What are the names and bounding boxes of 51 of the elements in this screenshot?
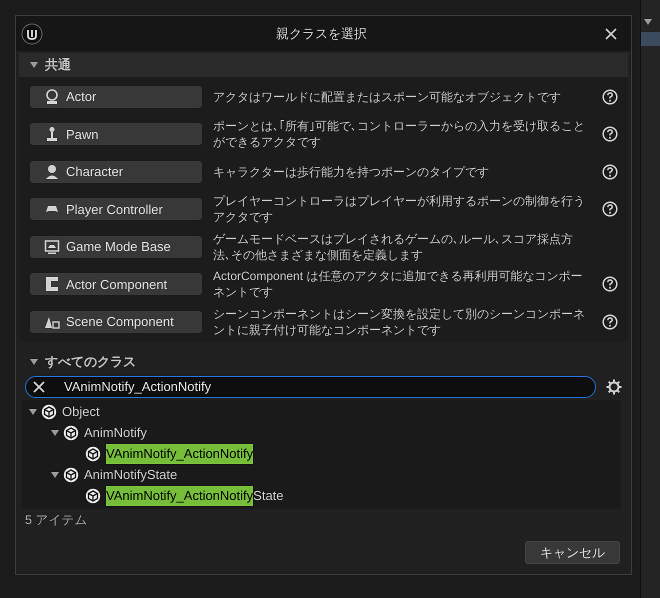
help-icon[interactable]: [602, 276, 618, 292]
close-icon[interactable]: [605, 28, 617, 40]
caret-down-icon[interactable]: [29, 356, 39, 366]
settings-icon[interactable]: [606, 378, 622, 394]
class-button[interactable]: Actor: [30, 86, 202, 108]
class-description: キャラクターは歩行能力を持つポーンのタイプです: [213, 164, 490, 180]
tree-item[interactable]: VAnimNotify_ActionNotify: [106, 444, 254, 464]
class-button[interactable]: Player Controller: [30, 198, 202, 220]
class-button[interactable]: Scene Component: [30, 310, 202, 333]
caret-down-icon[interactable]: [50, 470, 60, 480]
class-button[interactable]: Character: [30, 160, 202, 183]
cube-icon: [63, 425, 79, 441]
caret-down-icon[interactable]: [29, 60, 39, 70]
selected-row: [641, 32, 660, 46]
pawn-icon: [44, 126, 60, 142]
cube-icon: [85, 488, 101, 504]
monitor-icon: [44, 238, 60, 255]
person-icon: [44, 164, 60, 180]
cube-icon: [41, 404, 57, 420]
class-button[interactable]: Actor Component: [30, 273, 202, 296]
help-icon[interactable]: [602, 164, 618, 180]
help-icon[interactable]: [602, 126, 618, 142]
tree-item[interactable]: Object: [62, 402, 100, 422]
sphere-icon: [44, 88, 60, 105]
class-description: プレイヤーコントローラはプレイヤーが利用するポーンの制御を行うアクタです: [213, 193, 585, 226]
clear-icon[interactable]: [33, 380, 45, 392]
window-title: 親クラスを選択: [275, 24, 368, 43]
tree-item[interactable]: AnimNotify: [84, 423, 147, 443]
help-icon[interactable]: [602, 314, 618, 330]
cube-icon: [63, 467, 79, 483]
search-field[interactable]: VAnimNotify_ActionNotify: [25, 376, 596, 398]
caret-down-icon[interactable]: [28, 407, 38, 417]
cancel-button[interactable]: キャンセル: [525, 541, 620, 564]
help-icon[interactable]: [602, 88, 618, 105]
caret-down-icon: [643, 18, 653, 26]
class-description: ActorComponent は任意のアクタに追加できる再利用可能なコンポーネントです: [213, 268, 584, 300]
item-count: 5 アイテム: [24, 512, 88, 530]
component-icon: [44, 276, 60, 292]
class-button[interactable]: Game Mode Base: [30, 236, 202, 258]
class-description: ポーンとは､｢所有｣可能で､コントローラーからの入力を受け取ることができるアクタです: [213, 118, 585, 150]
class-description: ゲームモードベースはプレイされるゲームの､ルール､スコア採点方法､その他さまざまな側面を定義します: [213, 230, 574, 263]
cube-icon: [85, 446, 101, 462]
class-description: アクタはワールドに配置またはスポーン可能なオブジェクトです: [213, 88, 562, 105]
class-button[interactable]: Pawn: [30, 123, 202, 146]
tree-item[interactable]: AnimNotifyState: [84, 465, 178, 485]
section-title[interactable]: 共通: [45, 55, 71, 75]
section-title[interactable]: すべてのクラス: [45, 352, 136, 372]
logo-icon: [21, 22, 43, 44]
class-description: シーンコンポーネントはシーン変換を設定して別のシーンコンポーネントに親子付け可能なコンポーネントです: [213, 306, 585, 338]
help-icon[interactable]: [602, 201, 618, 218]
caret-down-icon[interactable]: [50, 428, 60, 438]
